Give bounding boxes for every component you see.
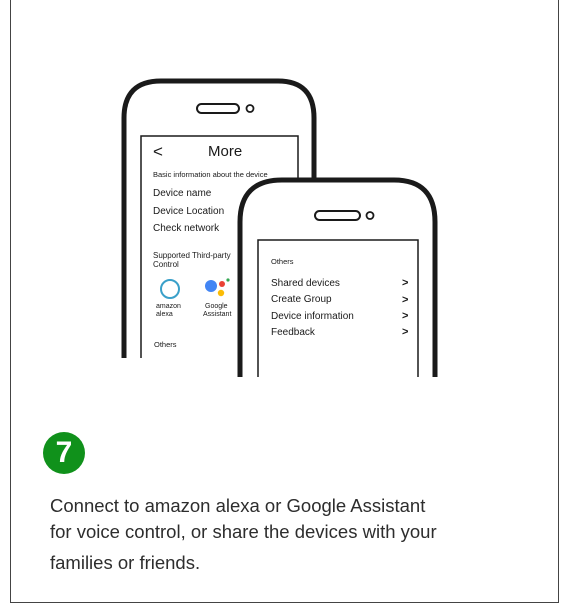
- alexa-label[interactable]: amazon: [156, 303, 181, 310]
- check-network-item[interactable]: Check network: [153, 223, 219, 234]
- chevron-right-icon: >: [402, 277, 409, 289]
- alexa-label-2[interactable]: alexa: [156, 311, 173, 318]
- feedback-item[interactable]: Feedback: [271, 327, 315, 338]
- instruction-line-1: Connect to amazon alexa or Google Assist…: [50, 495, 426, 516]
- step-number-badge: 7: [43, 432, 85, 474]
- device-name-item[interactable]: Device name: [153, 188, 211, 199]
- instruction-line-3: families or friends.: [50, 552, 201, 573]
- third-party-heading-2: Control: [153, 260, 179, 269]
- basic-info-heading: Basic information about the device: [153, 170, 268, 179]
- create-group-item[interactable]: Create Group: [271, 294, 332, 305]
- google-label[interactable]: Google: [205, 303, 228, 310]
- chevron-right-icon: >: [402, 310, 409, 322]
- third-party-heading: Supported Third-party: [153, 251, 231, 260]
- back-others-heading: Others: [154, 340, 177, 349]
- chevron-right-icon: >: [402, 326, 409, 338]
- device-location-item[interactable]: Device Location: [153, 206, 224, 217]
- shared-devices-item[interactable]: Shared devices: [271, 278, 340, 289]
- chevron-right-icon: >: [402, 294, 409, 306]
- device-information-item[interactable]: Device information: [271, 311, 354, 322]
- back-button[interactable]: <: [153, 142, 163, 162]
- more-title: More: [208, 143, 243, 160]
- google-label-2[interactable]: Assistant: [203, 311, 231, 318]
- instruction-line-2: for voice control, or share the devices …: [50, 521, 437, 542]
- front-others-heading: Others: [271, 257, 294, 266]
